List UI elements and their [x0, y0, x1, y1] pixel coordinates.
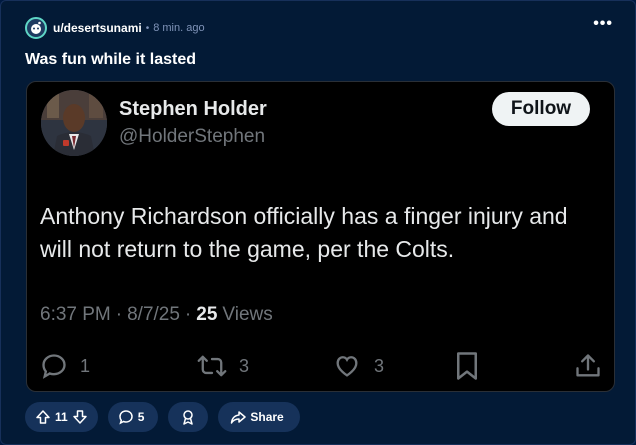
award-icon	[180, 409, 196, 425]
bookmark-action[interactable]	[454, 350, 480, 382]
upvote-icon[interactable]	[35, 409, 51, 425]
post-title[interactable]: Was fun while it lasted	[25, 51, 196, 69]
vote-count: 11	[55, 410, 68, 424]
reply-action[interactable]: 1	[40, 350, 90, 382]
bookmark-icon[interactable]	[454, 351, 480, 381]
tweet-meta: 6:37 PM · 8/7/25 · 25 Views	[40, 304, 273, 326]
share-arrow-icon	[230, 409, 247, 425]
share-label: Share	[250, 410, 284, 424]
post-header: u/desertsunami • 8 min. ago	[25, 16, 205, 40]
meta-separator: ·	[115, 304, 123, 325]
downvote-icon[interactable]	[72, 409, 88, 425]
meta-separator: ·	[184, 304, 192, 325]
retweet-count: 3	[239, 355, 250, 376]
post-card: u/desertsunami • 8 min. ago ••• Was fun …	[0, 0, 636, 445]
more-icon[interactable]: •••	[593, 16, 613, 32]
views-label: Views	[222, 304, 273, 325]
share-action[interactable]	[574, 350, 602, 382]
tweet-text: Anthony Richardson officially has a fing…	[40, 203, 568, 262]
tweet-actions: 1 3 3	[40, 350, 603, 382]
tweet-author-avatar[interactable]	[41, 90, 107, 156]
tweet-author-name[interactable]: Stephen Holder	[119, 98, 267, 121]
comments-button[interactable]: 5	[107, 402, 159, 432]
reply-icon[interactable]	[40, 352, 68, 380]
vote-pill: 11	[25, 402, 98, 432]
comment-count: 5	[137, 410, 145, 424]
post-author[interactable]: u/desertsunami	[53, 21, 142, 35]
post-footer: 11 5 Share	[25, 402, 310, 432]
tweet-embed[interactable]: Stephen Holder @HolderStephen Follow Ant…	[26, 81, 615, 392]
like-icon[interactable]	[332, 352, 362, 380]
tweet-time[interactable]: 6:37 PM	[40, 304, 111, 326]
header-separator: •	[145, 22, 150, 34]
comment-icon	[118, 409, 134, 425]
retweet-icon[interactable]	[197, 352, 227, 380]
share-icon[interactable]	[574, 352, 602, 380]
retweet-action[interactable]: 3	[197, 350, 249, 382]
views-count: 25	[196, 304, 218, 325]
like-action[interactable]: 3	[332, 350, 384, 382]
post-timestamp: 8 min. ago	[153, 22, 205, 34]
reply-count: 1	[80, 355, 91, 376]
like-count: 3	[374, 355, 385, 376]
award-button[interactable]	[168, 402, 209, 432]
follow-button[interactable]: Follow	[492, 92, 590, 126]
snoo-avatar-icon[interactable]	[25, 17, 47, 39]
share-button[interactable]: Share	[218, 402, 300, 432]
tweet-author-handle[interactable]: @HolderStephen	[119, 126, 265, 148]
tweet-date[interactable]: 8/7/25	[127, 304, 180, 326]
